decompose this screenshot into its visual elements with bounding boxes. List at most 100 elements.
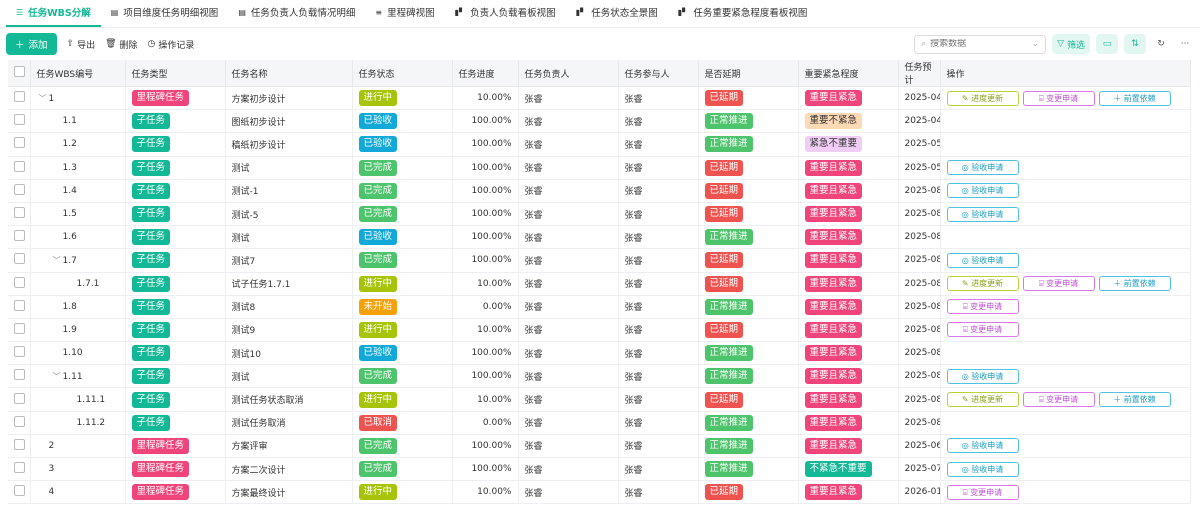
row-checkbox[interactable]: [14, 276, 25, 288]
change-button[interactable]: ⌸ 变更申请: [946, 299, 1019, 315]
more-icon[interactable]: ···: [1176, 39, 1194, 49]
filter-button[interactable]: ▽ 筛选: [1052, 34, 1090, 54]
tab-6[interactable]: ▮▘ 任务重要紧急程度看板视图: [668, 5, 818, 27]
row-checkbox[interactable]: [14, 183, 25, 195]
chevron-down-icon[interactable]: ﹀: [53, 255, 63, 266]
row-checkbox[interactable]: [14, 346, 25, 358]
row-checkbox[interactable]: [14, 207, 25, 219]
accept-button[interactable]: ◎ 验收申请: [946, 438, 1019, 454]
column-header[interactable]: 任务参与人: [618, 60, 699, 87]
progress-button[interactable]: ✎ 进度更新: [946, 90, 1019, 106]
column-header[interactable]: 任务负责人: [518, 60, 619, 87]
change-button[interactable]: ⌸ 变更申请: [946, 322, 1019, 338]
row-checkbox[interactable]: [14, 438, 25, 450]
column-header[interactable]: 操作: [940, 60, 1191, 87]
accept-icon: ◎: [961, 441, 969, 451]
row-checkbox[interactable]: [14, 369, 25, 381]
progress-button[interactable]: ✎ 进度更新: [946, 392, 1019, 408]
table-row[interactable]: 1.3 子任务 测试 已完成 100.00% 张睿 张睿 已延期 重要且紧急 2…: [8, 156, 1191, 180]
note-button[interactable]: ▭: [1096, 34, 1118, 54]
table-row[interactable]: 1.10 子任务 测试10 已验收 100.00% 张睿 张睿 正常推进 重要且…: [8, 341, 1191, 366]
row-checkbox[interactable]: [14, 322, 25, 334]
row-checkbox[interactable]: [14, 230, 25, 242]
table-row[interactable]: 1.5 子任务 测试-5 已完成 100.00% 张睿 张睿 已延期 重要且紧急…: [8, 202, 1191, 227]
change-button[interactable]: ⌸ 变更申请: [1022, 392, 1095, 408]
tab-0[interactable]: ☰ 任务WBS分解: [6, 5, 101, 27]
predep-button[interactable]: ＋ 前置依赖: [1098, 392, 1171, 408]
predep-button[interactable]: ＋ 前置依赖: [1098, 90, 1171, 106]
column-header[interactable]: 重要紧急程度: [798, 60, 899, 87]
table-row[interactable]: 1.8 子任务 测试8 未开始 0.00% 张睿 张睿 正常推进 重要且紧急 2…: [8, 295, 1191, 319]
accept-button[interactable]: ◎ 验收申请: [946, 160, 1019, 176]
row-actions: ◎ 验收申请: [940, 202, 1191, 227]
table-row[interactable]: ﹀ 1.7 子任务 测试7 已完成 100.00% 张睿 张睿 已延期 重要且紧急…: [8, 248, 1191, 273]
refresh-icon[interactable]: ↻: [1152, 39, 1170, 49]
table-row[interactable]: 1.6 子任务 测试 已验收 100.00% 张睿 张睿 正常推进 重要且紧急 …: [8, 225, 1191, 250]
row-checkbox[interactable]: [14, 91, 25, 103]
table-row[interactable]: 2 里程碑任务 方案评审 已完成 100.00% 张睿 张睿 正常推进 重要且紧…: [8, 434, 1191, 459]
change-icon: ⌸: [962, 487, 968, 497]
note-icon: ▭: [1102, 39, 1112, 49]
row-checkbox[interactable]: [14, 137, 25, 149]
delay-badge: 已延期: [704, 275, 744, 292]
column-header[interactable]: 任务预计: [898, 60, 941, 87]
column-header[interactable]: 任务状态: [352, 60, 453, 87]
row-checkbox[interactable]: [14, 299, 25, 311]
tab-2[interactable]: ▤ 任务负责人负载情况明细: [228, 5, 365, 27]
column-header[interactable]: 任务类型: [125, 60, 226, 87]
row-checkbox[interactable]: [14, 114, 25, 126]
table-row[interactable]: 1.9 子任务 测试9 进行中 10.00% 张睿 张睿 已延期 重要且紧急 2…: [8, 318, 1191, 343]
change-button[interactable]: ⌸ 变更申请: [1022, 276, 1095, 292]
chevron-down-icon[interactable]: ⌄: [1032, 39, 1040, 49]
checkbox[interactable]: [14, 66, 25, 77]
tab-3[interactable]: ≡ 里程碑视图: [365, 5, 444, 27]
accept-icon: ◎: [961, 255, 969, 265]
delete-button[interactable]: 🗑 删除: [105, 38, 137, 51]
log-button[interactable]: ◷ 操作记录: [148, 38, 195, 51]
row-checkbox[interactable]: [14, 415, 25, 427]
table-row[interactable]: 1.1 子任务 图纸初步设计 已验收 100.00% 张睿 张睿 正常推进 重要…: [8, 109, 1191, 134]
table-row[interactable]: 1.7.1 子任务 试子任务1.7.1 进行中 10.00% 张睿 张睿 已延期…: [8, 272, 1191, 296]
column-header[interactable]: 是否延期: [698, 60, 799, 87]
accept-button[interactable]: ◎ 验收申请: [946, 461, 1019, 477]
chevron-down-icon[interactable]: ﹀: [53, 371, 63, 382]
urgency-badge: 重要且紧急: [804, 229, 863, 246]
table-row[interactable]: 1.4 子任务 测试-1 已完成 100.00% 张睿 张睿 已延期 重要且紧急…: [8, 179, 1191, 203]
delay-badge: 已延期: [704, 159, 744, 176]
column-header[interactable]: 任务进度: [452, 60, 519, 87]
row-checkbox[interactable]: [14, 392, 25, 404]
accept-button[interactable]: ◎ 验收申请: [946, 368, 1019, 384]
add-button[interactable]: ＋添加: [6, 33, 57, 55]
select-all[interactable]: [8, 60, 31, 87]
tab-1[interactable]: ▤ 项目维度任务明细视图: [101, 5, 229, 27]
table-row[interactable]: 3 里程碑任务 方案二次设计 已完成 100.00% 张睿 张睿 正常推进 不紧…: [8, 457, 1191, 482]
table-row[interactable]: 1.11.1 子任务 测试任务状态取消 进行中 10.00% 张睿 张睿 已延期…: [8, 387, 1191, 412]
tab-4[interactable]: ▮▘ 负责人负载看板视图: [445, 5, 566, 27]
accept-button[interactable]: ◎ 验收申请: [946, 183, 1019, 199]
accept-button[interactable]: ◎ 验收申请: [946, 206, 1019, 222]
export-button[interactable]: ⇧ 导出: [67, 38, 96, 51]
chevron-down-icon[interactable]: ﹀: [39, 93, 49, 104]
change-button[interactable]: ⌸ 变更申请: [946, 484, 1019, 500]
task-progress: 100.00%: [452, 248, 519, 273]
sort-button[interactable]: ⇅: [1124, 34, 1146, 54]
row-checkbox[interactable]: [14, 485, 25, 497]
table-row[interactable]: ﹀ 1 里程碑任务 方案初步设计 进行中 10.00% 张睿 张睿 已延期 重要且…: [8, 86, 1191, 111]
predep-button[interactable]: ＋ 前置依赖: [1098, 276, 1171, 292]
column-header[interactable]: 任务WBS编号: [30, 60, 126, 87]
table-row[interactable]: 1.2 子任务 稿纸初步设计 已验收 100.00% 张睿 张睿 正常推进 紧急…: [8, 132, 1191, 157]
row-checkbox[interactable]: [14, 160, 25, 172]
tab-5[interactable]: ▮▘ 任务状态全景图: [566, 5, 668, 27]
row-checkbox[interactable]: [14, 253, 25, 265]
table-row[interactable]: 1.11.2 子任务 测试任务取消 已取消 0.00% 张睿 张睿 正常推进 重…: [8, 411, 1191, 435]
task-participant: 张睿: [618, 272, 699, 296]
table-row[interactable]: ﹀ 1.11 子任务 测试 已完成 100.00% 张睿 张睿 正常推进 重要且紧…: [8, 364, 1191, 389]
column-header[interactable]: 任务名称: [225, 60, 353, 87]
row-checkbox[interactable]: [14, 462, 25, 474]
accept-button[interactable]: ◎ 验收申请: [946, 252, 1019, 268]
search-input[interactable]: [930, 39, 1028, 49]
wbs-number: 1.5: [62, 209, 77, 220]
progress-button[interactable]: ✎ 进度更新: [946, 276, 1019, 292]
table-row[interactable]: 4 里程碑任务 方案最终设计 进行中 10.00% 张睿 张睿 已延期 重要且紧…: [8, 480, 1191, 505]
change-button[interactable]: ⌸ 变更申请: [1022, 90, 1095, 106]
